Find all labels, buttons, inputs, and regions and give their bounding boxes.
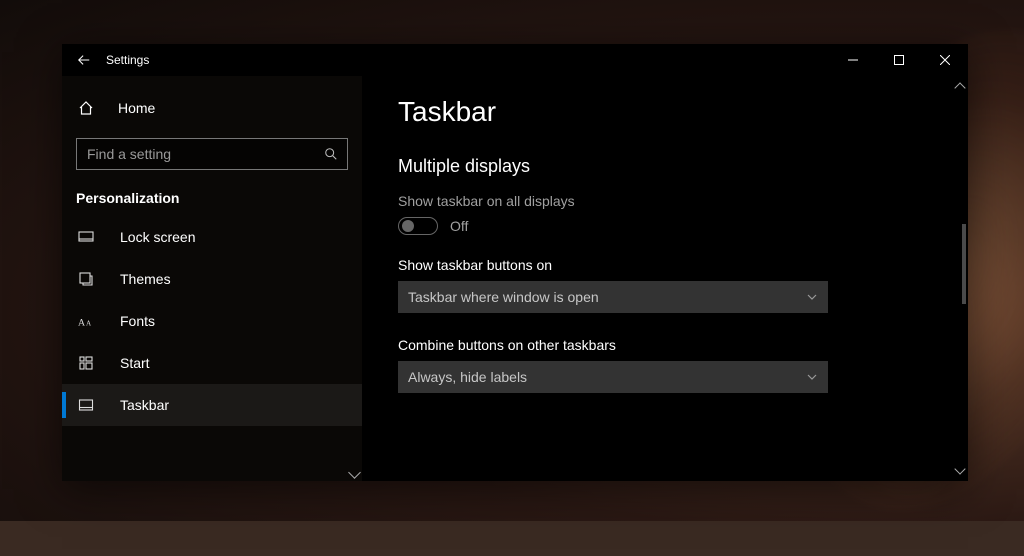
setting-label-combine-other: Combine buttons on other taskbars bbox=[398, 337, 932, 353]
minimize-icon bbox=[848, 55, 858, 65]
taskbar-icon bbox=[78, 397, 102, 413]
maximize-button[interactable] bbox=[876, 44, 922, 76]
close-button[interactable] bbox=[922, 44, 968, 76]
arrow-left-icon bbox=[77, 53, 91, 67]
themes-icon bbox=[78, 271, 102, 287]
titlebar: Settings bbox=[62, 44, 968, 76]
sidebar-item-fonts[interactable]: A A Fonts bbox=[62, 300, 362, 342]
svg-text:A: A bbox=[86, 319, 92, 327]
dropdown-value: Always, hide labels bbox=[408, 369, 527, 385]
fonts-icon: A A bbox=[78, 313, 102, 329]
window-controls bbox=[830, 44, 968, 76]
scroll-down-icon bbox=[954, 463, 965, 474]
section-title: Multiple displays bbox=[398, 156, 932, 177]
search-box[interactable] bbox=[76, 138, 348, 170]
scrollbar[interactable] bbox=[954, 84, 966, 473]
page-title: Taskbar bbox=[398, 96, 932, 128]
chevron-down-icon bbox=[806, 291, 818, 303]
main-content: Taskbar Multiple displays Show taskbar o… bbox=[362, 76, 968, 481]
search-icon bbox=[315, 147, 347, 161]
maximize-icon bbox=[894, 55, 904, 65]
sidebar-item-start[interactable]: Start bbox=[62, 342, 362, 384]
dropdown-value: Taskbar where window is open bbox=[408, 289, 599, 305]
toggle-state-text: Off bbox=[450, 218, 468, 234]
sidebar-item-taskbar[interactable]: Taskbar bbox=[62, 384, 362, 426]
back-button[interactable] bbox=[62, 44, 106, 76]
sidebar-item-label: Lock screen bbox=[120, 229, 195, 245]
search-input[interactable] bbox=[77, 146, 315, 162]
home-label: Home bbox=[118, 100, 155, 116]
close-icon bbox=[940, 55, 950, 65]
toggle-show-all-displays[interactable] bbox=[398, 217, 438, 235]
setting-label-show-all-displays: Show taskbar on all displays bbox=[398, 193, 932, 209]
home-icon bbox=[78, 100, 102, 116]
dropdown-combine-other[interactable]: Always, hide labels bbox=[398, 361, 828, 393]
sidebar-item-label: Taskbar bbox=[120, 397, 169, 413]
setting-label-show-buttons-on: Show taskbar buttons on bbox=[398, 257, 932, 273]
scroll-thumb[interactable] bbox=[962, 224, 966, 304]
chevron-down-icon bbox=[806, 371, 818, 383]
sidebar-item-themes[interactable]: Themes bbox=[62, 258, 362, 300]
minimize-button[interactable] bbox=[830, 44, 876, 76]
lock-screen-icon bbox=[78, 229, 102, 245]
start-icon bbox=[78, 355, 102, 371]
sidebar-item-home[interactable]: Home bbox=[62, 86, 362, 130]
svg-text:A: A bbox=[78, 317, 85, 328]
window-title: Settings bbox=[106, 53, 149, 67]
sidebar-item-lock-screen[interactable]: Lock screen bbox=[62, 216, 362, 258]
scroll-up-icon bbox=[954, 82, 965, 93]
sidebar-item-label: Fonts bbox=[120, 313, 155, 329]
sidebar-item-label: Themes bbox=[120, 271, 171, 287]
sidebar-category: Personalization bbox=[62, 184, 362, 216]
settings-window: Settings Home bbox=[62, 44, 968, 481]
sidebar-item-label: Start bbox=[120, 355, 150, 371]
dropdown-show-buttons-on[interactable]: Taskbar where window is open bbox=[398, 281, 828, 313]
sidebar: Home Personalization bbox=[62, 76, 362, 481]
